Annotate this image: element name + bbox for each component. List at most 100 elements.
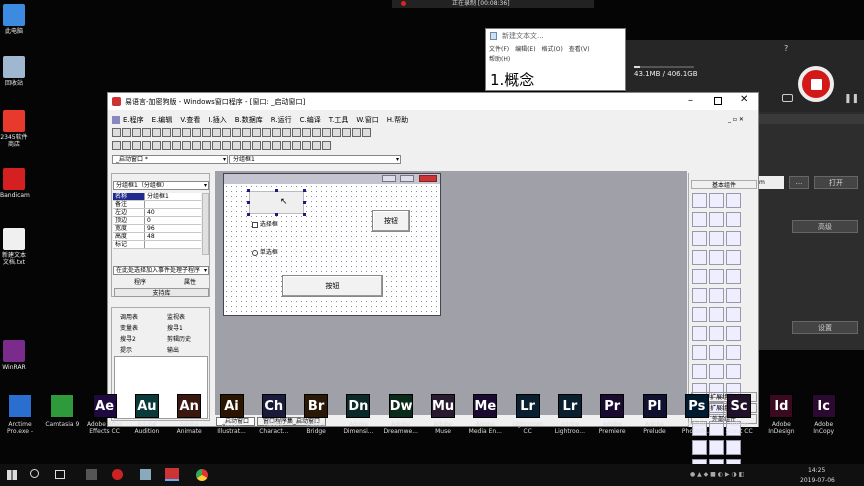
debug-tab[interactable]: 剪辑历史 bbox=[167, 334, 191, 343]
desktop-icon[interactable]: Bandicam bbox=[0, 168, 30, 199]
toolbar-button-icon[interactable] bbox=[162, 141, 171, 150]
toolbox-component-icon[interactable] bbox=[726, 231, 741, 246]
toolbox-component-icon[interactable] bbox=[726, 193, 741, 208]
toolbar-button-icon[interactable] bbox=[222, 141, 231, 150]
taskbar-eyuyan-icon[interactable] bbox=[165, 468, 179, 481]
toolbar-button-icon[interactable] bbox=[152, 128, 161, 137]
dock-app[interactable]: Id Adobe InDesign bbox=[762, 394, 800, 435]
toolbox-component-icon[interactable] bbox=[726, 288, 741, 303]
debug-tab[interactable]: 搜寻2 bbox=[120, 334, 136, 343]
toolbar-button-icon[interactable] bbox=[182, 128, 191, 137]
radio-circle[interactable] bbox=[252, 249, 258, 256]
toolbar-button-icon[interactable] bbox=[182, 141, 191, 150]
property-value[interactable] bbox=[145, 241, 201, 248]
notepad-menu-edit[interactable]: 编辑(E) bbox=[515, 46, 535, 53]
toolbox-component-icon[interactable] bbox=[726, 212, 741, 227]
property-value[interactable]: 48 bbox=[145, 233, 201, 240]
mdi-controls[interactable]: _ ▫ ✕ bbox=[728, 115, 744, 125]
open-button[interactable]: 打开 bbox=[814, 176, 858, 189]
toolbar-button-icon[interactable] bbox=[252, 141, 261, 150]
toolbox-component-icon[interactable] bbox=[709, 288, 724, 303]
dock-app[interactable]: Pl Adobe Prelude bbox=[636, 394, 674, 435]
toolbox-component-icon[interactable] bbox=[692, 250, 707, 265]
path-field[interactable]: m bbox=[758, 176, 784, 189]
pause-button-icon[interactable]: ❚❚ bbox=[844, 94, 859, 104]
clock-date[interactable]: 2019-07-06 bbox=[800, 477, 835, 483]
dock-app[interactable]: Pr Adobe Premiere bbox=[593, 394, 631, 435]
property-row[interactable]: 名称 分组框1 bbox=[113, 193, 201, 201]
toolbar-button-icon[interactable] bbox=[202, 141, 211, 150]
desktop-icon[interactable]: 回收站 bbox=[0, 56, 28, 87]
debug-tab[interactable]: 调用表 bbox=[120, 312, 138, 321]
checkbox[interactable]: 选择框 bbox=[252, 221, 278, 228]
toolbar-button-icon[interactable] bbox=[272, 141, 281, 150]
debug-tab[interactable]: 监视表 bbox=[167, 312, 185, 321]
notepad-menu-help[interactable]: 帮助(H) bbox=[489, 56, 510, 63]
menu-view[interactable]: V.查看 bbox=[180, 116, 200, 124]
property-value[interactable]: 0 bbox=[145, 217, 201, 224]
toolbar-button-icon[interactable] bbox=[192, 128, 201, 137]
toolbar-button-icon[interactable] bbox=[312, 141, 321, 150]
toolbar-button-icon[interactable] bbox=[262, 128, 271, 137]
event-combo[interactable]: 在此处选择加入事件处理子程序 ▾ bbox=[113, 266, 209, 275]
toolbar-button-icon[interactable] bbox=[202, 128, 211, 137]
menu-compile[interactable]: C.编译 bbox=[300, 116, 321, 124]
button-1[interactable]: 按钮 bbox=[372, 210, 410, 232]
toolbar-button-icon[interactable] bbox=[132, 128, 141, 137]
menu-window[interactable]: W.窗口 bbox=[356, 116, 378, 124]
notepad-menu-view[interactable]: 查看(V) bbox=[569, 46, 590, 53]
toolbar-button-icon[interactable] bbox=[172, 128, 181, 137]
toolbar-button-icon[interactable] bbox=[242, 141, 251, 150]
toolbar-button-icon[interactable] bbox=[222, 128, 231, 137]
dock-app[interactable]: Sc Adobe Scout CC bbox=[720, 394, 758, 435]
settings-button[interactable]: 设置 bbox=[792, 321, 858, 334]
menu-tools[interactable]: T.工具 bbox=[329, 116, 349, 124]
taskbar-chrome-icon[interactable] bbox=[196, 469, 208, 481]
toolbox-component-icon[interactable] bbox=[709, 231, 724, 246]
toolbar-button-icon[interactable] bbox=[282, 128, 291, 137]
property-row[interactable]: 高度 48 bbox=[113, 233, 201, 241]
toolbar-button-icon[interactable] bbox=[322, 141, 331, 150]
form-close-icon[interactable] bbox=[419, 175, 437, 182]
dock-app[interactable]: Ch Adobe Charact... bbox=[255, 394, 293, 435]
tray-icons[interactable]: ● ▲ ◆ ■ ◐ ▶ ◑ ◧ bbox=[690, 471, 744, 478]
menu-program[interactable]: E.程序 bbox=[123, 116, 144, 124]
toolbox-component-icon[interactable] bbox=[692, 193, 707, 208]
toolbar-button-icon[interactable] bbox=[302, 141, 311, 150]
form-canvas[interactable]: ↖ 选择框 单选框 按钮 按钮 bbox=[224, 184, 440, 315]
toolbar-button-icon[interactable] bbox=[292, 128, 301, 137]
toolbar-button-icon[interactable] bbox=[262, 141, 271, 150]
toolbar-button-icon[interactable] bbox=[112, 128, 121, 137]
toolbar-button-icon[interactable] bbox=[112, 141, 121, 150]
toolbox-component-icon[interactable] bbox=[726, 364, 741, 379]
toolbar-button-icon[interactable] bbox=[342, 128, 351, 137]
dock-app[interactable]: Br Adobe Bridge bbox=[297, 394, 335, 435]
toolbox-title[interactable]: 基本组件 bbox=[691, 180, 757, 189]
notepad-menu-file[interactable]: 文件(F) bbox=[489, 46, 509, 53]
toolbox-component-icon[interactable] bbox=[709, 193, 724, 208]
toolbar-button-icon[interactable] bbox=[322, 128, 331, 137]
taskbar-bandicam-icon[interactable] bbox=[112, 469, 123, 480]
toolbox-component-icon[interactable] bbox=[726, 440, 741, 455]
toolbar-button-icon[interactable] bbox=[312, 128, 321, 137]
toolbar-button-icon[interactable] bbox=[252, 128, 261, 137]
toolbox-component-icon[interactable] bbox=[709, 212, 724, 227]
dock-app[interactable]: Me Adobe Media En... bbox=[466, 394, 504, 435]
toolbox-component-icon[interactable] bbox=[692, 212, 707, 227]
debug-tab[interactable]: 搜寻1 bbox=[167, 323, 183, 332]
property-row[interactable]: 顶边 0 bbox=[113, 217, 201, 225]
toolbox-component-icon[interactable] bbox=[709, 345, 724, 360]
desktop-icon[interactable]: 2345软件商店 bbox=[0, 110, 28, 148]
dock-app[interactable]: Camtasia 9 bbox=[43, 394, 81, 428]
debug-tab[interactable]: 变量表 bbox=[120, 323, 138, 332]
toolbox-component-icon[interactable] bbox=[692, 326, 707, 341]
start-icon[interactable] bbox=[7, 470, 17, 480]
toolbox-component-icon[interactable] bbox=[692, 364, 707, 379]
menu-run[interactable]: R.运行 bbox=[271, 116, 292, 124]
property-row[interactable]: 左边 40 bbox=[113, 209, 201, 217]
desktop-icon[interactable]: 新建文本文档.txt bbox=[0, 228, 28, 266]
dock-app[interactable]: Ae Adobe After Effects CC bbox=[86, 394, 124, 435]
toolbar-button-icon[interactable] bbox=[152, 141, 161, 150]
dock-app[interactable]: Dw Adobe Dreamwe... bbox=[382, 394, 420, 435]
property-row[interactable]: 备注 bbox=[113, 201, 201, 209]
